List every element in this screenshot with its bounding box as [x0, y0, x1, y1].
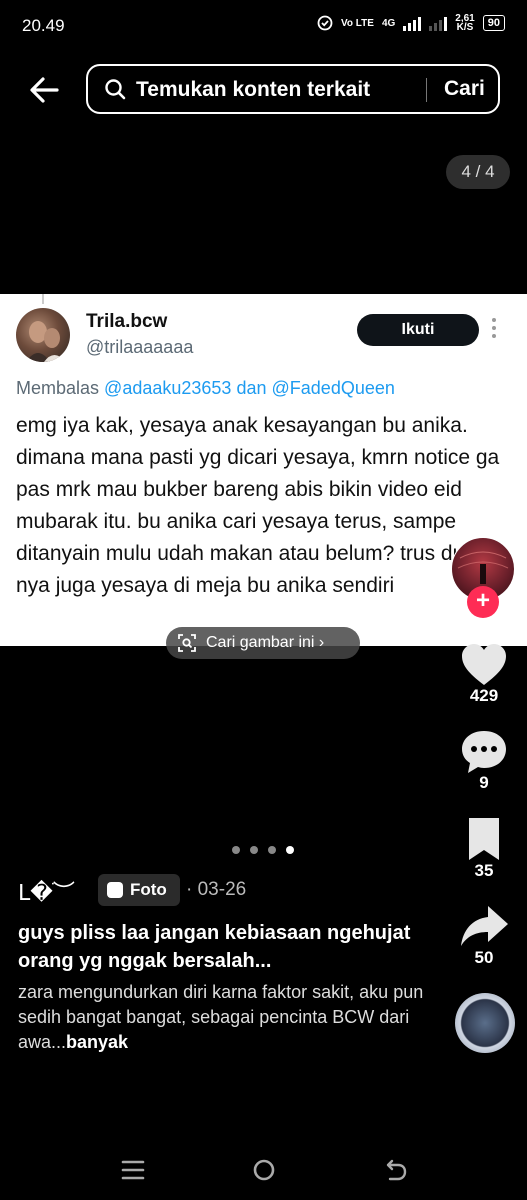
reply-context: Membalas @adaaku23653 dan @FadedQueen [16, 378, 395, 399]
menu-icon[interactable] [120, 1157, 146, 1183]
data-saver-icon [317, 15, 333, 31]
like-count: 429 [469, 686, 499, 705]
music-disc[interactable] [455, 993, 515, 1053]
search-divider [426, 78, 427, 102]
system-nav-bar [0, 1140, 527, 1200]
bookmark-icon[interactable] [458, 815, 510, 863]
search-image-label: Cari gambar ini › [206, 634, 325, 651]
home-circle-icon[interactable] [251, 1157, 277, 1183]
reply-prefix: Membalas [16, 378, 100, 398]
reply-mention-2: @FadedQueen [271, 378, 395, 398]
carousel-dot-active [286, 846, 294, 854]
share-icon[interactable] [458, 902, 510, 950]
network-speed-unit: K/S [456, 22, 474, 33]
comment-count: 9 [479, 773, 489, 792]
tweet-image[interactable]: Trila.bcw @trilaaaaaaa Ikuti Membalas @a… [0, 294, 527, 646]
status-time: 20.49 [22, 16, 65, 35]
search-image-button[interactable]: Cari gambar ini › [166, 627, 360, 659]
share-count: 50 [474, 948, 494, 967]
carousel-indicator [232, 846, 294, 854]
tweet-display-name: Trila.bcw [86, 311, 168, 332]
more-options-icon [492, 318, 498, 342]
tweet-author-avatar [16, 308, 70, 362]
photo-badge: Foto [98, 874, 180, 906]
page-counter: 4 / 4 [446, 155, 510, 189]
carousel-dot [232, 846, 240, 854]
reply-mention-1: @adaaku23653 [104, 378, 232, 398]
thread-line [42, 294, 44, 304]
image-search-icon [178, 634, 196, 652]
search-input[interactable]: Temukan konten terkait [136, 78, 370, 102]
photo-badge-label: Foto [130, 880, 167, 899]
network-type-label: 4G [381, 17, 396, 29]
back-nav-icon[interactable] [383, 1157, 409, 1183]
photo-icon [107, 882, 123, 898]
status-bar: 20.49 Vo LTE 4G 2,61 K/S 90 [0, 0, 527, 52]
post-date: · 03-26 [186, 879, 247, 900]
carousel-dot [268, 846, 276, 854]
arrow-left-icon [30, 77, 59, 103]
search-submit-button[interactable]: Cari [444, 77, 485, 101]
signal-icon [403, 15, 422, 31]
caption-body[interactable]: zara mengundurkan diri karna faktor saki… [18, 980, 438, 1055]
follow-plus-button[interactable]: + [467, 586, 499, 618]
network-speed: 2,61 K/S [455, 14, 474, 33]
tweet-handle: @trilaaaaaaa [86, 337, 194, 357]
back-button[interactable] [26, 72, 66, 112]
post-author-name[interactable]: ᒪ�ׁ︶ [18, 875, 75, 907]
tweet-follow-button: Ikuti [357, 314, 479, 346]
signal-icon-2 [429, 15, 448, 31]
caption-title[interactable]: guys pliss laa jangan kebiasaan ngehujat… [18, 919, 438, 975]
battery-indicator: 90 [482, 15, 505, 31]
caption-more-link[interactable]: banyak [66, 1032, 128, 1052]
reply-conjunction: dan [236, 378, 267, 398]
search-bar[interactable]: Temukan konten terkait Cari [86, 64, 500, 114]
search-icon [105, 79, 126, 100]
carousel-dot [250, 846, 258, 854]
status-icons: Vo LTE 4G 2,61 K/S 90 [317, 14, 505, 33]
comment-icon[interactable] [458, 728, 510, 776]
heart-icon[interactable] [458, 641, 510, 689]
volte-label: Vo LTE [340, 17, 374, 29]
bookmark-count: 35 [474, 861, 494, 880]
tweet-text: emg iya kak, yesaya anak kesayangan bu a… [16, 414, 500, 597]
